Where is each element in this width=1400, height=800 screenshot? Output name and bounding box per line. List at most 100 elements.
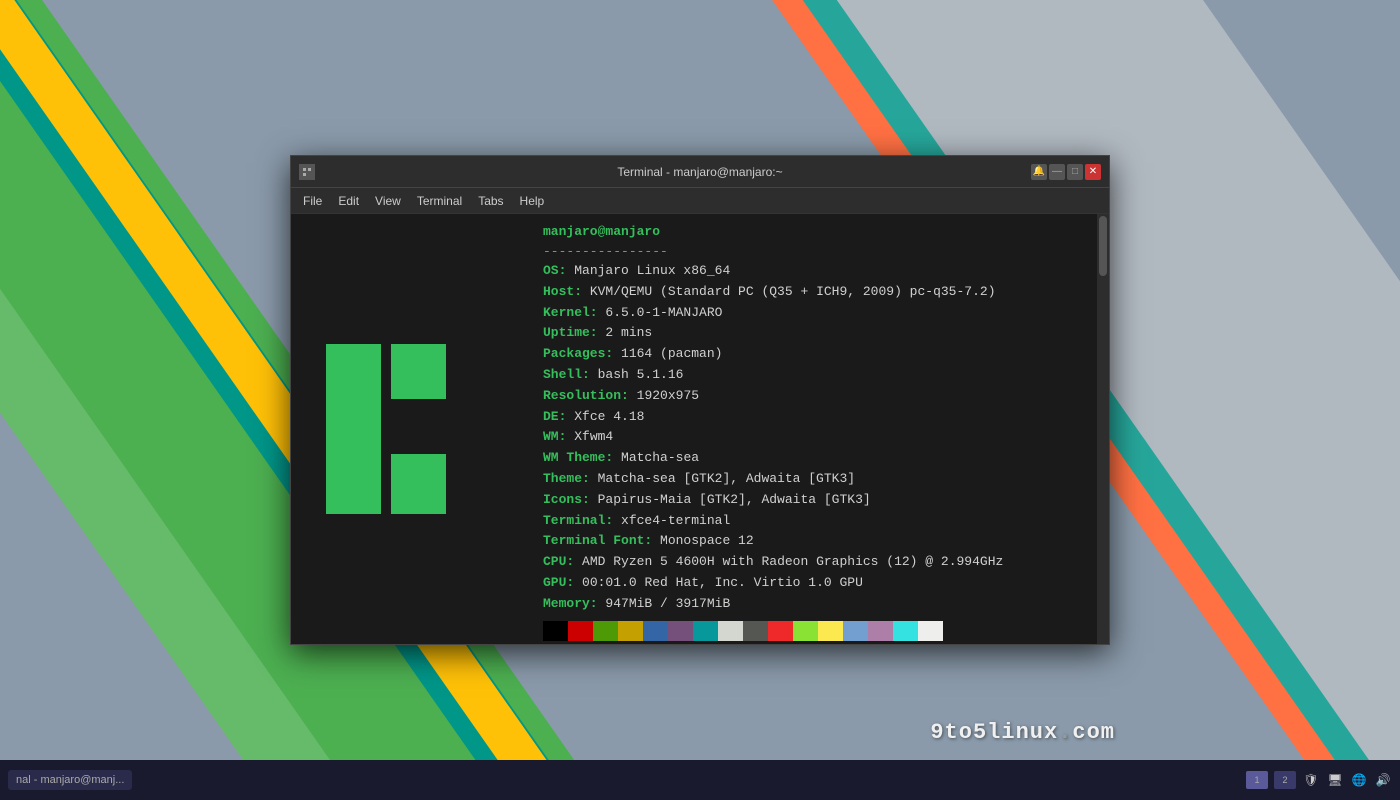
- cpu-key: CPU:: [543, 554, 574, 569]
- icons-line: Icons: Papirus-Maia [GTK2], Adwaita [GTK…: [543, 490, 1085, 511]
- watermark-dot: .: [1058, 720, 1072, 745]
- wm-val: Xfwm4: [574, 429, 613, 444]
- window-controls: 🔔 — □ ✕: [1031, 164, 1101, 180]
- os-val-text: Manjaro Linux x86_64: [574, 263, 730, 278]
- menu-tabs[interactable]: Tabs: [470, 192, 511, 210]
- maximize-button[interactable]: □: [1067, 164, 1083, 180]
- theme-key: Theme:: [543, 471, 590, 486]
- gpu-key: GPU:: [543, 575, 574, 590]
- shell-val: bash 5.1.16: [598, 367, 684, 382]
- watermark-text2: com: [1072, 720, 1115, 745]
- username-display: manjaro@manjaro: [543, 222, 1085, 242]
- color-swatch: [818, 621, 843, 641]
- title-bar-left: [299, 164, 315, 180]
- menu-bar: File Edit View Terminal Tabs Help: [291, 188, 1109, 214]
- de-line: DE: Xfce 4.18: [543, 407, 1085, 428]
- term-font-key: Terminal Font:: [543, 533, 652, 548]
- resolution-key: Resolution:: [543, 388, 629, 403]
- taskbar-left: nal - manjaro@manj...: [8, 770, 132, 790]
- packages-key: Packages:: [543, 346, 613, 361]
- cpu-line: CPU: AMD Ryzen 5 4600H with Radeon Graph…: [543, 552, 1085, 573]
- workspace-2-button[interactable]: 2: [1274, 771, 1296, 789]
- watermark: 9to5linux.com: [930, 720, 1115, 745]
- de-val: Xfce 4.18: [574, 409, 644, 424]
- workspace-1-button[interactable]: 1: [1246, 771, 1268, 789]
- watermark-text1: 9to5linux: [930, 720, 1058, 745]
- gpu-line: GPU: 00:01.0 Red Hat, Inc. Virtio 1.0 GP…: [543, 573, 1085, 594]
- host-val: KVM/QEMU (Standard PC (Q35 + ICH9, 2009)…: [590, 284, 996, 299]
- color-swatches: [543, 621, 1085, 641]
- color-swatch: [543, 621, 568, 641]
- color-swatch: [568, 621, 593, 641]
- shell-line: Shell: bash 5.1.16: [543, 365, 1085, 386]
- taskbar-terminal-item[interactable]: nal - manjaro@manj...: [8, 770, 132, 790]
- wm-theme-key: WM Theme:: [543, 450, 613, 465]
- wm-theme-val: Matcha-sea: [621, 450, 699, 465]
- color-swatch: [668, 621, 693, 641]
- color-swatch: [593, 621, 618, 641]
- kernel-key: Kernel:: [543, 305, 598, 320]
- icons-key: Icons:: [543, 492, 590, 507]
- memory-line: Memory: 947MiB / 3917MiB: [543, 594, 1085, 615]
- os-line: OS: Manjaro Linux x86_64: [543, 261, 1085, 282]
- kernel-line: Kernel: 6.5.0-1-MANJARO: [543, 303, 1085, 324]
- separator: ----------------: [543, 242, 1085, 262]
- theme-val: Matcha-sea [GTK2], Adwaita [GTK3]: [598, 471, 855, 486]
- resolution-line: Resolution: 1920x975: [543, 386, 1085, 407]
- color-swatch: [893, 621, 918, 641]
- memory-val: 947MiB / 3917MiB: [605, 596, 730, 611]
- title-bar: Terminal - manjaro@manjaro:~ 🔔 — □ ✕: [291, 156, 1109, 188]
- minimize-button[interactable]: —: [1049, 164, 1065, 180]
- menu-file[interactable]: File: [295, 192, 330, 210]
- color-swatch: [718, 621, 743, 641]
- color-swatch: [793, 621, 818, 641]
- display-icon[interactable]: 🖥: [1326, 771, 1344, 789]
- terminal-app-icon: [299, 164, 315, 180]
- wm-theme-line: WM Theme: Matcha-sea: [543, 448, 1085, 469]
- close-button[interactable]: ✕: [1085, 164, 1101, 180]
- uptime-key: Uptime:: [543, 325, 598, 340]
- manjaro-logo-svg: [316, 334, 506, 524]
- scrollbar[interactable]: [1097, 214, 1109, 644]
- wm-line: WM: Xfwm4: [543, 427, 1085, 448]
- shield-icon[interactable]: 🛡: [1302, 771, 1320, 789]
- resolution-val: 1920x975: [637, 388, 699, 403]
- terminal-content: manjaro@manjaro ---------------- OS: Man…: [291, 214, 1109, 644]
- cpu-val: AMD Ryzen 5 4600H with Radeon Graphics (…: [582, 554, 1003, 569]
- de-key: DE:: [543, 409, 566, 424]
- color-swatch: [768, 621, 793, 641]
- terminal-key: Terminal:: [543, 513, 613, 528]
- color-swatch: [918, 621, 943, 641]
- term-font-val: Monospace 12: [660, 533, 754, 548]
- neofetch-logo: [291, 214, 531, 644]
- menu-edit[interactable]: Edit: [330, 192, 367, 210]
- color-swatch: [868, 621, 893, 641]
- packages-line: Packages: 1164 (pacman): [543, 344, 1085, 365]
- menu-view[interactable]: View: [367, 192, 409, 210]
- packages-val: 1164 (pacman): [621, 346, 722, 361]
- term-font-line: Terminal Font: Monospace 12: [543, 531, 1085, 552]
- kernel-val: 6.5.0-1-MANJARO: [605, 305, 722, 320]
- scrollbar-thumb[interactable]: [1099, 216, 1107, 276]
- color-swatch: [743, 621, 768, 641]
- bell-button[interactable]: 🔔: [1031, 164, 1047, 180]
- gpu-val: 00:01.0 Red Hat, Inc. Virtio 1.0 GPU: [582, 575, 863, 590]
- terminal-line: Terminal: xfce4-terminal: [543, 511, 1085, 532]
- menu-terminal[interactable]: Terminal: [409, 192, 470, 210]
- uptime-line: Uptime: 2 mins: [543, 323, 1085, 344]
- window-title: Terminal - manjaro@manjaro:~: [617, 165, 782, 179]
- host-line: Host: KVM/QEMU (Standard PC (Q35 + ICH9,…: [543, 282, 1085, 303]
- taskbar: nal - manjaro@manj... 1 2 🛡 🖥 🌐 🔊: [0, 760, 1400, 800]
- memory-key: Memory:: [543, 596, 598, 611]
- terminal-window: Terminal - manjaro@manjaro:~ 🔔 — □ ✕ Fil…: [290, 155, 1110, 645]
- color-swatch: [843, 621, 868, 641]
- color-swatch: [618, 621, 643, 641]
- volume-icon[interactable]: 🔊: [1374, 771, 1392, 789]
- menu-help[interactable]: Help: [512, 192, 553, 210]
- terminal-output[interactable]: manjaro@manjaro ---------------- OS: Man…: [531, 214, 1097, 644]
- color-swatch: [643, 621, 668, 641]
- wm-key: WM:: [543, 429, 566, 444]
- network-icon[interactable]: 🌐: [1350, 771, 1368, 789]
- terminal-val: xfce4-terminal: [621, 513, 730, 528]
- taskbar-right: 1 2 🛡 🖥 🌐 🔊: [1246, 771, 1392, 789]
